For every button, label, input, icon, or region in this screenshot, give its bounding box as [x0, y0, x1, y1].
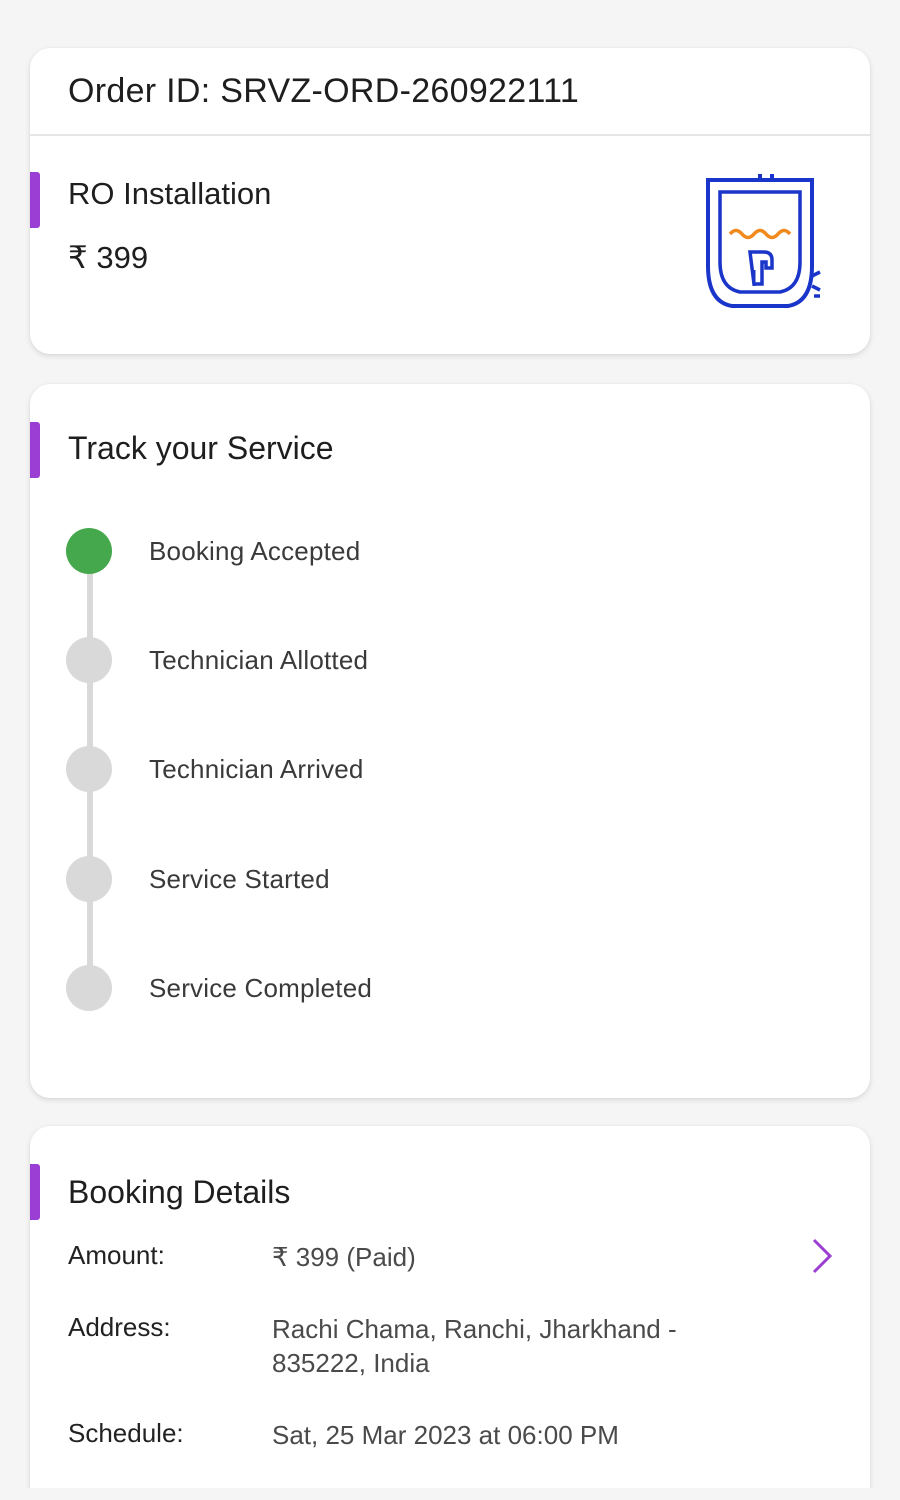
service-name: RO Installation: [68, 176, 272, 211]
accent-bar: [30, 172, 40, 228]
step-label: Service Started: [149, 863, 330, 894]
address-label: Address:: [68, 1312, 171, 1342]
order-summary-card: Order ID: SRVZ-ORD-260922111 RO Installa…: [30, 48, 870, 354]
step-done-dot: [66, 528, 112, 574]
step-label: Booking Accepted: [149, 535, 361, 566]
timeline-step: Technician Allotted: [66, 637, 368, 683]
address-value: Rachi Chama, Ranchi, Jharkhand - 835222,…: [272, 1314, 677, 1378]
accent-bar: [30, 422, 40, 478]
track-heading: Track your Service: [68, 430, 334, 466]
timeline-step: Booking Accepted: [66, 528, 360, 574]
ro-purifier-icon: [700, 174, 824, 316]
schedule-label: Schedule:: [68, 1418, 184, 1448]
step-pending-dot: [66, 856, 112, 902]
chevron-right-icon[interactable]: [806, 1236, 836, 1276]
timeline-step: Service Completed: [66, 965, 372, 1011]
booking-details-card[interactable]: Booking Details Amount: ₹ 399 (Paid) Add…: [30, 1126, 870, 1500]
amount-value: ₹ 399 (Paid): [272, 1242, 416, 1272]
step-pending-dot: [66, 965, 112, 1011]
schedule-value: Sat, 25 Mar 2023 at 06:00 PM: [272, 1420, 619, 1450]
track-service-card: Track your Service Booking Accepted Tech…: [30, 384, 870, 1098]
step-label: Technician Allotted: [149, 644, 369, 675]
service-price: ₹ 399: [68, 240, 149, 275]
amount-label: Amount:: [68, 1240, 165, 1270]
step-pending-dot: [66, 637, 112, 683]
amount-row: Amount: ₹ 399 (Paid): [68, 1240, 848, 1274]
step-label: Service Completed: [149, 972, 373, 1003]
accent-bar: [30, 1164, 40, 1220]
step-label: Technician Arrived: [149, 753, 364, 784]
step-pending-dot: [66, 746, 112, 792]
order-id: Order ID: SRVZ-ORD-260922111: [30, 48, 870, 136]
timeline-step: Technician Arrived: [66, 746, 364, 792]
schedule-row: Schedule: Sat, 25 Mar 2023 at 06:00 PM: [68, 1418, 848, 1452]
timeline-step: Service Started: [66, 856, 330, 902]
booking-heading: Booking Details: [68, 1174, 291, 1210]
address-row: Address: Rachi Chama, Ranchi, Jharkhand …: [68, 1312, 848, 1380]
bottom-edge: [0, 1488, 900, 1500]
